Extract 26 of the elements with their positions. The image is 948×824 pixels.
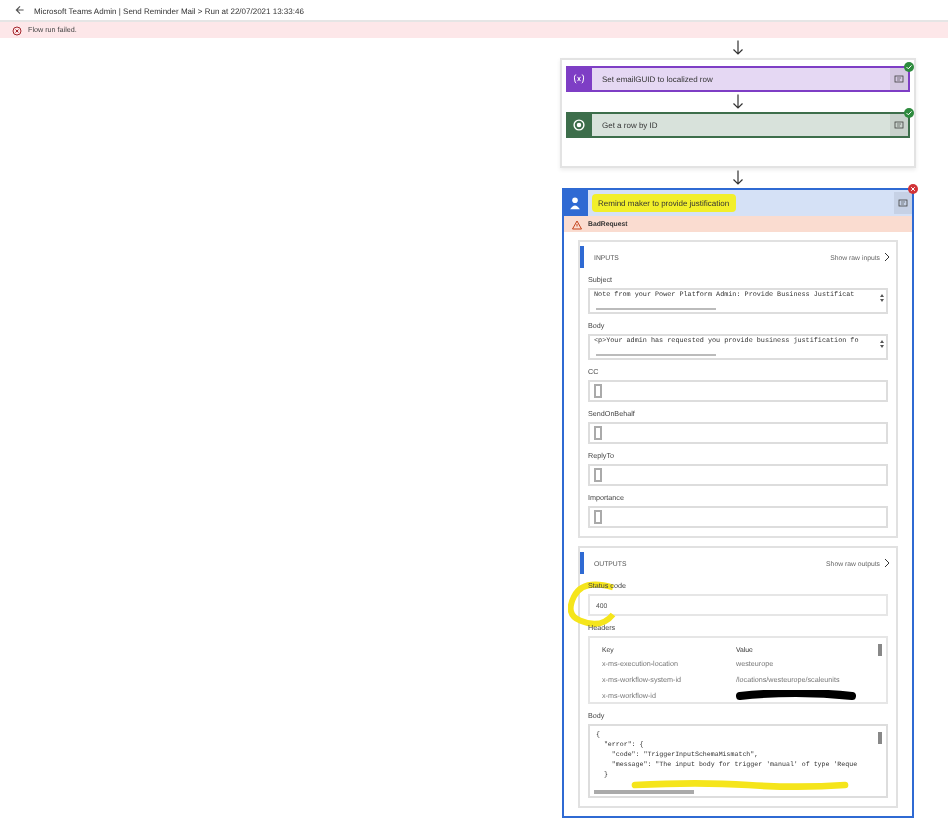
arrow-icon	[732, 40, 744, 56]
scrollbar[interactable]	[596, 307, 716, 310]
chevron-icon[interactable]	[884, 558, 890, 568]
warning-icon	[572, 219, 582, 229]
error-icon	[12, 25, 22, 35]
text-cursor	[594, 468, 601, 482]
back-icon[interactable]	[14, 4, 26, 16]
chevron-icon[interactable]	[884, 252, 890, 262]
input-field[interactable]	[588, 380, 888, 402]
text-cursor	[594, 510, 601, 524]
scrollbar[interactable]	[878, 644, 882, 656]
arrow-icon	[732, 170, 744, 186]
input-field[interactable]	[588, 464, 888, 486]
scrollbar[interactable]	[594, 790, 694, 794]
scrollbar[interactable]	[878, 732, 882, 744]
details-icon[interactable]	[890, 68, 908, 90]
scroll-arrows-icon[interactable]	[880, 340, 884, 348]
text-cursor	[594, 384, 601, 398]
input-field[interactable]	[588, 506, 888, 528]
scroll-arrows-icon[interactable]	[880, 294, 884, 302]
details-icon[interactable]	[894, 192, 912, 214]
text-cursor	[594, 426, 601, 440]
scrollbar[interactable]	[596, 353, 716, 356]
input-field[interactable]	[588, 422, 888, 444]
arrow-icon	[732, 94, 744, 110]
details-icon[interactable]	[890, 114, 908, 136]
